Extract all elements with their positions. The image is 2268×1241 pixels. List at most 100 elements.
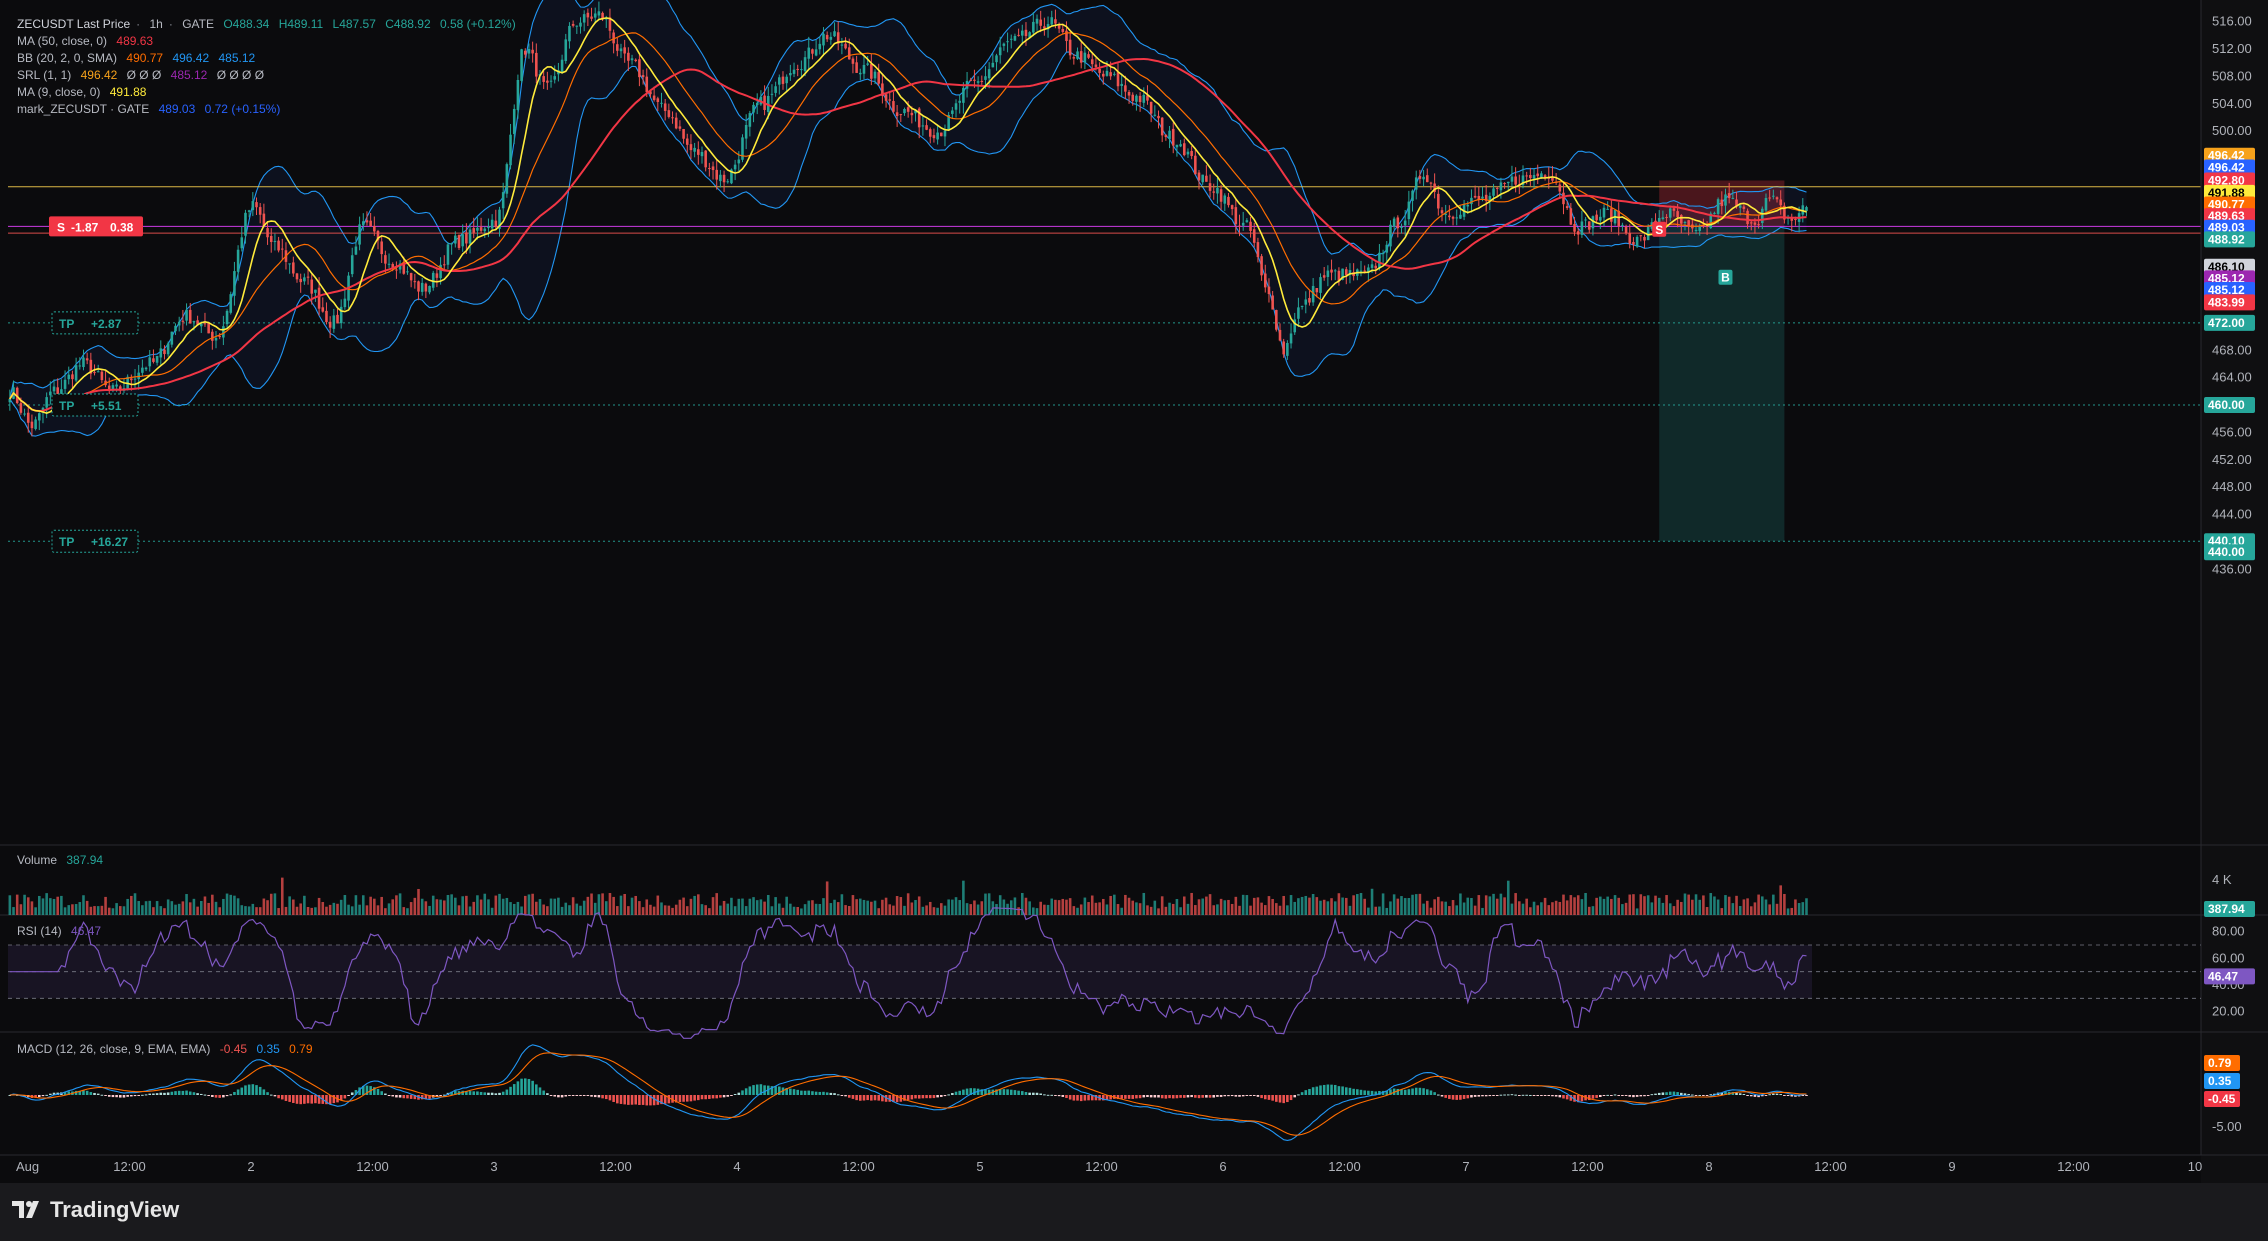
volume-bar	[284, 906, 288, 915]
volume-bar	[1046, 904, 1050, 915]
candle-body	[292, 262, 295, 274]
volume-bar	[1437, 896, 1440, 915]
macd-histogram-bar	[1124, 1095, 1127, 1099]
candle-body	[1271, 295, 1274, 310]
candle-body	[1459, 214, 1462, 219]
macd-histogram-bar	[800, 1090, 803, 1095]
candle-body	[74, 365, 78, 381]
macd-histogram-bar	[1768, 1094, 1771, 1096]
ma9-legend[interactable]: MA (9, close, 0) 491.88	[17, 84, 152, 101]
candle-body	[1429, 182, 1433, 184]
candle-body	[505, 164, 509, 194]
volume-bar	[1275, 903, 1278, 915]
macd-histogram-bar	[616, 1095, 619, 1104]
volume-bar	[1282, 895, 1285, 915]
volume-bar	[737, 898, 741, 915]
macd-histogram-bar	[1657, 1092, 1661, 1095]
srl-legend[interactable]: SRL (1, 1) 496.42 Ø Ø Ø 485.12 Ø Ø Ø Ø	[17, 67, 270, 84]
macd-histogram-bar	[1024, 1092, 1028, 1095]
candle-body	[454, 235, 457, 244]
ma50-legend[interactable]: MA (50, close, 0) 489.63	[17, 33, 159, 50]
macd-histogram-bar	[859, 1095, 862, 1101]
volume-bar	[406, 908, 409, 915]
macd-histogram-bar	[1168, 1095, 1171, 1099]
macd-histogram-bar	[833, 1093, 836, 1095]
candle-body	[1628, 233, 1632, 244]
candle-body	[623, 47, 626, 54]
macd-histogram-bar	[1646, 1095, 1650, 1096]
volume-bar	[174, 904, 177, 915]
ohlc-open: O488.34	[223, 17, 270, 31]
candle-body	[1595, 214, 1598, 221]
macd-histogram-bar	[1146, 1095, 1149, 1098]
candle-body	[1157, 115, 1160, 119]
macd-histogram-bar	[174, 1091, 177, 1095]
volume-bar	[958, 900, 961, 915]
macd-histogram-bar	[1786, 1095, 1790, 1096]
volume-bar	[1297, 898, 1300, 915]
volume-bar	[917, 896, 921, 915]
candle-body	[1087, 54, 1090, 58]
candle-body	[770, 93, 774, 95]
bb-lower: 485.12	[218, 51, 256, 65]
volume-bar	[984, 893, 987, 915]
mark-change: 0.72 (+0.15%)	[204, 102, 281, 116]
candle-body	[45, 397, 48, 408]
mark-legend[interactable]: mark_ZECUSDT · GATE 489.03 0.72 (+0.15%)	[17, 101, 286, 118]
volume-bar	[546, 906, 549, 915]
tradingview-logo[interactable]: TradingView	[12, 1197, 179, 1223]
candle-body	[1120, 83, 1123, 87]
volume-bar	[19, 904, 23, 915]
volume-bar	[1691, 899, 1694, 915]
volume-bar	[199, 900, 203, 915]
volume-bar	[439, 899, 442, 915]
macd-histogram-bar	[1617, 1095, 1621, 1096]
volume-bar	[1764, 899, 1768, 915]
volume-bar	[1127, 897, 1131, 915]
volume-bar	[1238, 905, 1241, 915]
macd-histogram-bar	[958, 1090, 961, 1095]
macd-histogram-bar	[1481, 1095, 1484, 1097]
macd-histogram-bar	[1208, 1095, 1212, 1098]
rsi-legend[interactable]: RSI (14) 46.47	[17, 923, 107, 940]
volume-bar	[903, 905, 906, 915]
volume-bar	[1017, 907, 1020, 915]
macd-histogram-bar	[689, 1095, 693, 1102]
candle-body	[174, 325, 177, 332]
symbol-name[interactable]: ZECUSDT Last Price	[17, 17, 130, 31]
macd-histogram-bar	[1190, 1095, 1193, 1098]
macd-histogram-bar	[557, 1095, 560, 1098]
volume-legend[interactable]: Volume 387.94	[17, 852, 109, 869]
volume-bar	[1411, 894, 1414, 915]
candle-body	[693, 147, 696, 152]
macd-histogram-bar	[505, 1089, 509, 1095]
candle-body	[1032, 21, 1035, 33]
macd-histogram-bar	[612, 1095, 615, 1102]
bb-legend[interactable]: BB (20, 2, 0, SMA) 490.77 496.42 485.12	[17, 50, 261, 67]
volume-bar	[1801, 902, 1805, 915]
candle-body	[663, 103, 667, 111]
volume-bar	[314, 907, 317, 915]
candle-body	[671, 117, 674, 119]
candle-body	[660, 102, 663, 104]
macd-histogram-bar	[96, 1093, 100, 1095]
macd-legend[interactable]: MACD (12, 26, close, 9, EMA, EMA) -0.45 …	[17, 1041, 319, 1058]
candle-body	[1322, 275, 1326, 278]
candle-body	[1013, 35, 1017, 41]
volume-bar	[398, 893, 402, 915]
candle-body	[1503, 183, 1506, 185]
candle-body	[991, 62, 995, 68]
candle-body	[1249, 221, 1252, 231]
candle-body	[1532, 175, 1536, 179]
candle-body	[1363, 270, 1366, 272]
macd-histogram-bar	[1230, 1095, 1234, 1097]
macd-histogram-bar	[398, 1095, 402, 1098]
volume-bar	[1676, 899, 1679, 915]
volume-bar	[899, 897, 903, 915]
macd-histogram-bar	[1171, 1095, 1175, 1099]
volume-bar	[962, 880, 965, 915]
candle-body	[855, 62, 858, 73]
volume-bar	[1455, 905, 1459, 915]
chart-canvas[interactable]: S B S -1.87 0.38 TP +2.87 TP +5.51 TP +16.27 516.00…	[0, 0, 2268, 1183]
rsi-band	[8, 945, 1812, 999]
